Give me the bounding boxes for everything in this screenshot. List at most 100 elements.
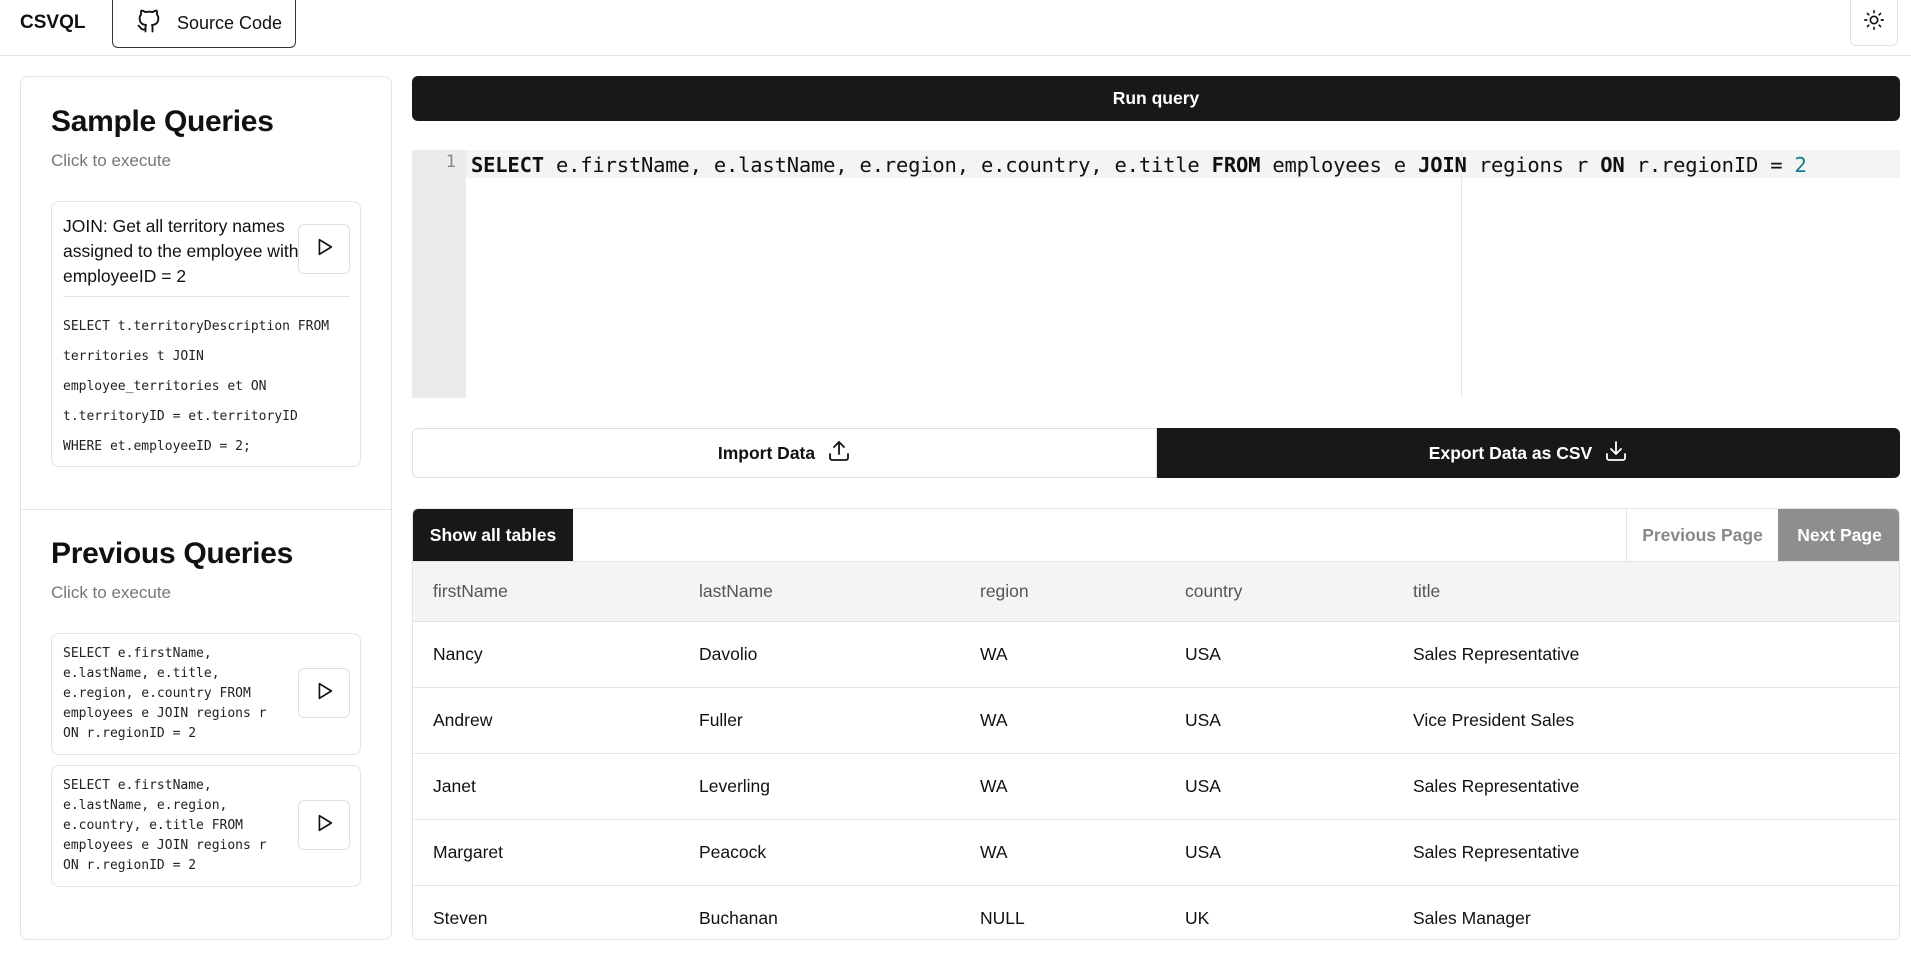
table-header-row: firstName lastName region country title (413, 561, 1899, 622)
sql-line: ON r.regionID = 2 (63, 858, 197, 873)
app-brand[interactable]: CSVQL (20, 12, 85, 34)
import-data-button[interactable]: Import Data (412, 428, 1157, 478)
previous-queries-title: Previous Queries (51, 537, 293, 570)
column-header[interactable]: country (1165, 561, 1393, 622)
sql-text: employees e (1260, 153, 1419, 177)
table-cell: UK (1165, 885, 1393, 939)
table-row: Steven Buchanan NULL UK Sales Manager (413, 885, 1899, 939)
previous-query-card[interactable]: SELECT e.firstName, e.lastName, e.title,… (51, 633, 361, 755)
editor-gutter: 1 (412, 150, 466, 398)
previous-query-card[interactable]: SELECT e.firstName, e.lastName, e.region… (51, 765, 361, 887)
sql-keyword: SELECT (471, 153, 544, 177)
table-row: Nancy Davolio WA USA Sales Representativ… (413, 621, 1899, 688)
table-row: Andrew Fuller WA USA Vice President Sale… (413, 687, 1899, 754)
play-icon (313, 812, 335, 839)
table-cell: USA (1165, 621, 1393, 688)
table-cell: Sales Representative (1393, 753, 1899, 820)
sql-editor[interactable]: 1 SELECT e.firstName, e.lastName, e.regi… (412, 150, 1900, 398)
table-cell: USA (1165, 819, 1393, 886)
sql-line: employees e JOIN regions r (63, 838, 267, 853)
sql-line: employee_territories et ON (63, 379, 267, 394)
sql-keyword: JOIN (1418, 153, 1467, 177)
next-page-button[interactable]: Next Page (1778, 509, 1899, 561)
github-icon (135, 7, 163, 40)
source-code-label: Source Code (177, 13, 283, 33)
previous-query-sql: SELECT e.firstName, e.lastName, e.region… (63, 776, 288, 876)
sample-query-sql: SELECT t.territoryDescription FROM terri… (63, 312, 353, 462)
play-icon (313, 236, 335, 263)
table-cell: Leverling (679, 753, 960, 820)
theme-toggle-button[interactable] (1850, 0, 1898, 46)
editor-code-line[interactable]: SELECT e.firstName, e.lastName, e.region… (471, 151, 1807, 179)
table-cell: Peacock (679, 819, 960, 886)
download-icon (1604, 439, 1628, 468)
sql-text: r.regionID = (1624, 153, 1795, 177)
sql-line: e.country, e.title FROM (63, 818, 244, 833)
table-row: Margaret Peacock WA USA Sales Representa… (413, 819, 1899, 886)
sidebar: Sample Queries Click to execute JOIN: Ge… (20, 76, 392, 940)
table-cell: Nancy (413, 621, 679, 688)
play-icon (313, 680, 335, 707)
previous-query-sql: SELECT e.firstName, e.lastName, e.title,… (63, 644, 288, 744)
table-cell: WA (960, 687, 1165, 754)
line-number: 1 (445, 152, 456, 172)
sql-number: 2 (1794, 153, 1807, 177)
sql-line: SELECT e.firstName, (63, 778, 212, 793)
table-cell: WA (960, 621, 1165, 688)
sql-text: e.firstName, e.lastName, e.region, e.cou… (543, 153, 1212, 177)
table-cell: USA (1165, 753, 1393, 820)
table-cell: Sales Representative (1393, 819, 1899, 886)
table-cell: Fuller (679, 687, 960, 754)
sql-line: employees e JOIN regions r (63, 706, 267, 721)
table-cell: Janet (413, 753, 679, 820)
results-table: firstName lastName region country title … (413, 561, 1899, 939)
table-cell: Andrew (413, 687, 679, 754)
sql-line: SELECT e.firstName, (63, 646, 212, 661)
print-margin (1461, 150, 1462, 398)
table-cell: Buchanan (679, 885, 960, 939)
previous-page-button[interactable]: Previous Page (1626, 509, 1778, 561)
sun-icon (1863, 9, 1885, 36)
table-cell: NULL (960, 885, 1165, 939)
sql-line: ON r.regionID = 2 (63, 726, 197, 741)
sql-line: SELECT t.territoryDescription FROM (63, 319, 330, 334)
sql-text: regions r (1466, 153, 1601, 177)
table-cell: WA (960, 819, 1165, 886)
sample-queries-subtitle: Click to execute (51, 151, 171, 170)
table-cell: WA (960, 753, 1165, 820)
sql-line: territories t JOIN (63, 349, 204, 364)
results-panel: Show all tables Previous Page Next Page … (412, 508, 1900, 940)
table-cell: USA (1165, 687, 1393, 754)
sql-line: WHERE et.employeeID = 2; (63, 439, 251, 454)
column-header[interactable]: lastName (679, 561, 960, 622)
column-header[interactable]: region (960, 561, 1165, 622)
divider (63, 296, 350, 297)
run-sample-query-button[interactable] (298, 224, 350, 274)
sql-keyword: FROM (1211, 153, 1261, 177)
export-csv-button[interactable]: Export Data as CSV (1157, 428, 1900, 478)
source-code-button[interactable]: Source Code (112, 0, 296, 48)
run-query-button[interactable]: Run query (412, 76, 1900, 121)
sql-line: e.lastName, e.title, (63, 666, 220, 681)
sql-line: t.territoryID = et.territoryID (63, 409, 298, 424)
table-cell: Sales Manager (1393, 885, 1899, 939)
sample-queries-title: Sample Queries (51, 105, 274, 138)
column-header[interactable]: firstName (413, 561, 679, 622)
run-previous-query-button[interactable] (298, 668, 350, 718)
sql-line: e.region, e.country FROM (63, 686, 251, 701)
show-all-tables-button[interactable]: Show all tables (413, 509, 573, 561)
run-previous-query-button[interactable] (298, 800, 350, 850)
table-cell: Margaret (413, 819, 679, 886)
sample-query-title: JOIN: Get all territory names assigned t… (63, 216, 299, 286)
export-csv-label: Export Data as CSV (1428, 442, 1593, 463)
table-cell: Davolio (679, 621, 960, 688)
table-cell: Vice President Sales (1393, 687, 1899, 754)
sql-keyword: ON (1600, 153, 1625, 177)
divider (21, 509, 391, 510)
upload-icon (827, 439, 851, 468)
column-header[interactable]: title (1393, 561, 1899, 622)
import-data-label: Import Data (717, 442, 816, 463)
sql-line: e.lastName, e.region, (63, 798, 228, 813)
sample-query-card[interactable]: JOIN: Get all territory names assigned t… (51, 201, 361, 467)
table-cell: Sales Representative (1393, 621, 1899, 688)
